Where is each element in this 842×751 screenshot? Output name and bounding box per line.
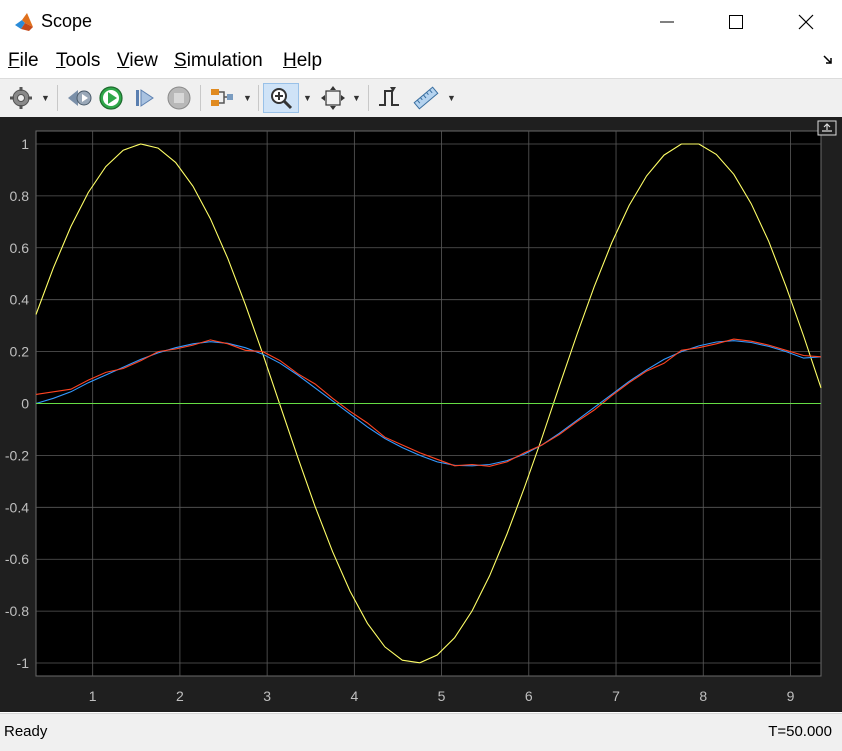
toolbar-separator xyxy=(200,85,201,111)
menu-help-label: elp xyxy=(296,50,323,71)
simulation-time: T=50.000 xyxy=(768,723,832,740)
y-tick-labels: 1 0.8 0.6 0.4 0.2 0 -0.2 -0.4 -0.6 -0.8 -1 xyxy=(5,136,29,671)
autoscale-button[interactable] xyxy=(318,83,348,113)
toolbar-separator xyxy=(57,85,58,111)
x-tick-label: 3 xyxy=(263,688,271,704)
y-tick-label: 0.8 xyxy=(10,188,30,204)
close-icon xyxy=(798,14,814,30)
stop-button[interactable] xyxy=(164,83,194,113)
menu-view[interactable]: View xyxy=(117,50,158,72)
zoom-in-icon xyxy=(271,88,293,110)
menu-help-mnemonic: H xyxy=(283,50,297,71)
run-icon xyxy=(99,86,123,110)
y-tick-label: 1 xyxy=(21,136,29,152)
scope-plot[interactable]: 1 0.8 0.6 0.4 0.2 0 -0.2 -0.4 -0.6 -0.8 -1 1 2 3 4 5 6 7… xyxy=(0,117,842,712)
y-tick-label: 0.4 xyxy=(10,292,30,308)
signal-selection-button[interactable] xyxy=(207,83,237,113)
menu-tools-label: ools xyxy=(65,50,101,71)
y-tick-label: 0.2 xyxy=(10,344,30,360)
menu-simulation-label: imulation xyxy=(186,50,263,71)
window-title: Scope xyxy=(41,11,93,31)
x-tick-label: 9 xyxy=(787,688,795,704)
menu-simulation[interactable]: Simulation xyxy=(174,50,263,72)
x-tick-label: 5 xyxy=(438,688,446,704)
y-tick-label: -0.2 xyxy=(5,447,29,463)
step-back-button[interactable] xyxy=(64,83,94,113)
y-tick-label: -0.6 xyxy=(5,551,29,567)
toolbar-separator xyxy=(368,85,369,111)
x-tick-label: 6 xyxy=(525,688,533,704)
step-back-icon xyxy=(68,90,92,106)
x-tick-label: 7 xyxy=(612,688,620,704)
status-bar: Ready T=50.000 xyxy=(0,713,842,751)
menu-view-mnemonic: V xyxy=(117,50,130,71)
stop-icon xyxy=(167,86,191,110)
close-button[interactable] xyxy=(771,0,841,44)
step-forward-icon xyxy=(136,89,154,107)
menu-help[interactable]: Help xyxy=(283,50,322,72)
restore-layout-button[interactable] xyxy=(817,120,837,136)
menu-file-mnemonic: F xyxy=(8,50,20,71)
triggers-button[interactable] xyxy=(374,83,404,113)
run-button[interactable] xyxy=(96,83,126,113)
x-tick-label: 1 xyxy=(89,688,97,704)
maximize-button[interactable] xyxy=(701,0,771,44)
settings-icon xyxy=(10,87,32,109)
triggers-icon xyxy=(379,87,399,106)
y-tick-label: -1 xyxy=(17,655,30,671)
toolbar-separator xyxy=(258,85,259,111)
minimize-icon xyxy=(660,21,674,23)
minimize-button[interactable] xyxy=(632,0,702,44)
undock-arrow-icon[interactable] xyxy=(822,54,834,69)
y-tick-label: 0 xyxy=(21,396,29,412)
signal-selection-dropdown-icon[interactable]: ▼ xyxy=(243,93,252,103)
y-tick-label: 0.6 xyxy=(10,240,30,256)
menu-file[interactable]: File xyxy=(8,50,39,72)
zoom-dropdown-icon[interactable]: ▼ xyxy=(303,93,312,103)
x-tick-labels: 1 2 3 4 5 6 7 8 9 xyxy=(89,688,795,704)
x-tick-label: 2 xyxy=(176,688,184,704)
measurements-dropdown-icon[interactable]: ▼ xyxy=(447,93,456,103)
status-text: Ready xyxy=(4,723,48,740)
autoscale-dropdown-icon[interactable]: ▼ xyxy=(352,93,361,103)
maximize-icon xyxy=(729,15,743,29)
measurements-icon xyxy=(413,86,439,110)
menu-bar: File Tools View Simulation Help xyxy=(0,46,842,78)
menu-view-label: iew xyxy=(129,50,158,71)
x-tick-label: 4 xyxy=(350,688,358,704)
toolbar: ▼ ▼ ▼ ▼ ▼ xyxy=(0,78,842,117)
menu-tools[interactable]: Tools xyxy=(56,50,100,72)
y-tick-label: -0.8 xyxy=(5,603,29,619)
measurements-button[interactable] xyxy=(410,83,442,113)
autoscale-icon xyxy=(321,86,345,110)
zoom-in-button[interactable] xyxy=(263,83,299,113)
step-forward-button[interactable] xyxy=(130,83,160,113)
signal-selection-icon xyxy=(211,89,233,106)
menu-file-label: ile xyxy=(19,50,39,71)
menu-simulation-mnemonic: S xyxy=(174,50,187,71)
matlab-logo-icon xyxy=(15,13,33,31)
scope-display[interactable]: 1 0.8 0.6 0.4 0.2 0 -0.2 -0.4 -0.6 -0.8 -1 1 2 3 4 5 6 7… xyxy=(0,117,842,712)
settings-button[interactable] xyxy=(6,83,36,113)
settings-dropdown-icon[interactable]: ▼ xyxy=(41,93,50,103)
y-tick-label: -0.4 xyxy=(5,499,29,515)
x-tick-label: 8 xyxy=(699,688,707,704)
menu-tools-mnemonic: T xyxy=(56,50,66,71)
title-bar: Scope xyxy=(0,0,842,44)
